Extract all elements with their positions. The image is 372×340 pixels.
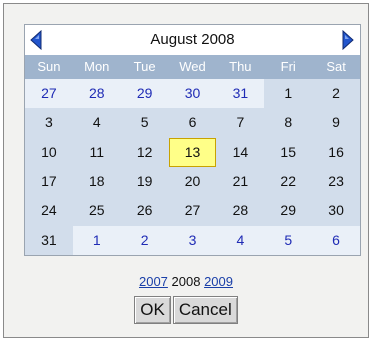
calendar: August 2008 Sun Mon Tue Wed Thu Fri Sat … [24, 24, 361, 256]
day-cell[interactable]: 7 [216, 108, 264, 137]
current-year: 2008 [171, 274, 201, 289]
day-cell[interactable]: 12 [121, 138, 169, 167]
next-year-link[interactable]: 2009 [204, 274, 233, 289]
day-cell[interactable]: 23 [312, 167, 360, 196]
day-cell[interactable]: 14 [216, 138, 264, 167]
weekday-header-row: Sun Mon Tue Wed Thu Fri Sat [25, 55, 360, 79]
day-cell[interactable]: 3 [25, 108, 73, 137]
weekday-fri: Fri [280, 59, 296, 74]
calendar-header: August 2008 [25, 25, 360, 55]
day-cell[interactable]: 27 [169, 196, 217, 225]
ok-button[interactable]: OK [134, 296, 171, 324]
day-cell[interactable]: 5 [121, 108, 169, 137]
day-cell[interactable]: 4 [73, 108, 121, 137]
day-cell[interactable]: 1 [264, 79, 312, 108]
day-cell[interactable]: 17 [25, 167, 73, 196]
prev-year-link[interactable]: 2007 [139, 274, 168, 289]
weekday-sat: Sat [326, 59, 346, 74]
day-cell[interactable]: 9 [312, 108, 360, 137]
day-cell-other-month[interactable]: 1 [72, 225, 121, 255]
day-cell[interactable]: 30 [312, 196, 360, 225]
day-cell[interactable]: 31 [25, 226, 73, 255]
day-cell-other-month[interactable]: 3 [168, 225, 217, 255]
day-cell-other-month[interactable]: 5 [264, 225, 313, 255]
day-cell[interactable]: 29 [264, 196, 312, 225]
day-cell-other-month[interactable]: 29 [120, 79, 169, 109]
day-cell[interactable]: 8 [264, 108, 312, 137]
cancel-button[interactable]: Cancel [172, 296, 238, 324]
day-cell-other-month[interactable]: 28 [72, 79, 121, 109]
day-cell[interactable]: 15 [264, 138, 312, 167]
date-picker-dialog: August 2008 Sun Mon Tue Wed Thu Fri Sat … [3, 3, 369, 338]
day-cell-other-month[interactable]: 27 [25, 79, 73, 109]
weekday-sun: Sun [37, 59, 61, 74]
day-cell[interactable]: 28 [216, 196, 264, 225]
month-title: August 2008 [150, 31, 235, 48]
weekday-wed: Wed [179, 59, 206, 74]
day-grid: 27 28 29 30 31 1 2 3 4 5 6 7 8 9 10 11 12 13 14 15 16 17 18 19 2… [25, 79, 360, 255]
weekday-thu: Thu [229, 59, 252, 74]
dialog-buttons: OK Cancel [4, 296, 368, 324]
day-cell-other-month[interactable]: 30 [168, 79, 217, 109]
weekday-mon: Mon [84, 59, 110, 74]
day-cell[interactable]: 19 [121, 167, 169, 196]
weekday-tue: Tue [133, 59, 156, 74]
day-cell[interactable]: 6 [169, 108, 217, 137]
day-cell[interactable]: 20 [169, 167, 217, 196]
day-cell[interactable]: 21 [216, 167, 264, 196]
triangle-right-icon [342, 30, 354, 50]
day-cell[interactable]: 11 [73, 138, 121, 167]
day-cell[interactable]: 18 [73, 167, 121, 196]
day-cell[interactable]: 22 [264, 167, 312, 196]
day-cell[interactable]: 10 [25, 138, 73, 167]
next-month-button[interactable] [342, 30, 354, 50]
day-cell-today[interactable]: 13 [168, 137, 217, 167]
day-cell-other-month[interactable]: 6 [312, 225, 360, 255]
day-cell[interactable]: 24 [25, 196, 73, 225]
day-cell[interactable]: 25 [73, 196, 121, 225]
day-cell-other-month[interactable]: 2 [120, 225, 169, 255]
day-cell-other-month[interactable]: 4 [216, 225, 265, 255]
day-cell[interactable]: 26 [121, 196, 169, 225]
previous-month-button[interactable] [30, 30, 42, 50]
day-cell[interactable]: 2 [312, 79, 360, 108]
day-cell[interactable]: 16 [312, 138, 360, 167]
year-selector: 2007 2008 2009 [4, 274, 368, 289]
triangle-left-icon [30, 30, 42, 50]
day-cell-other-month[interactable]: 31 [216, 79, 265, 109]
